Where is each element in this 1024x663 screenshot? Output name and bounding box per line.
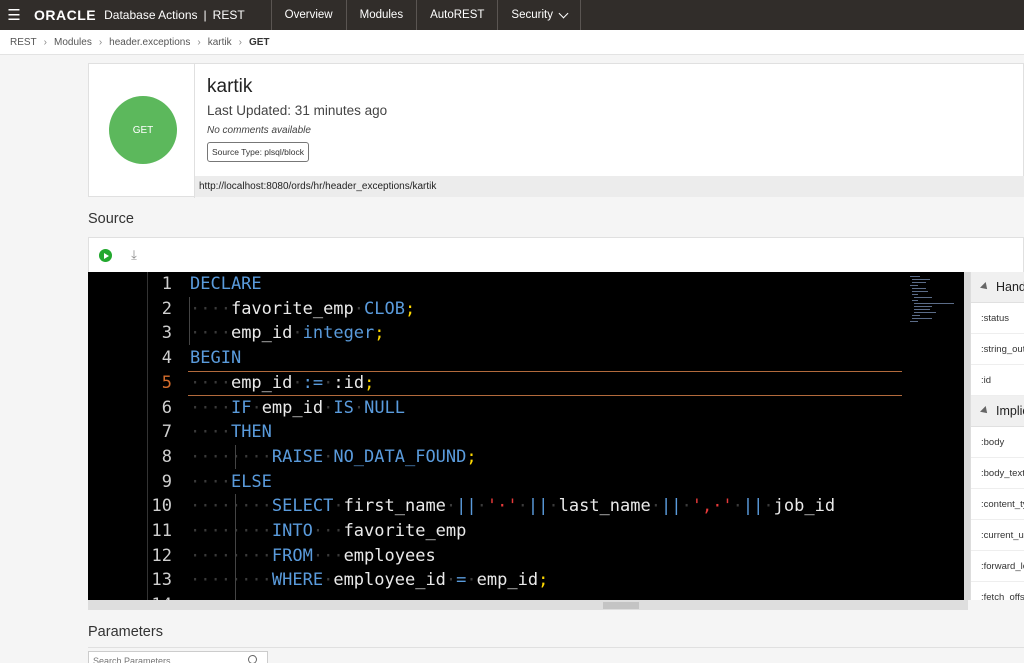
source-title: Source	[88, 211, 134, 227]
line-number: 1	[161, 274, 172, 294]
app-name: Database Actions	[104, 8, 198, 22]
chevron-right-icon: ›	[98, 36, 103, 48]
bind-variable-item[interactable]: :id	[971, 365, 1024, 396]
handler-title: kartik	[207, 76, 253, 97]
code-line: ····emp_id·:=·:id;	[190, 372, 375, 393]
code-line: ····favorite_emp·CLOB;	[190, 298, 416, 319]
line-number: 11	[151, 521, 172, 541]
download-icon[interactable]: ⤓	[127, 247, 141, 263]
code-line: ····emp_id·integer;	[190, 323, 385, 344]
method-panel: GET	[89, 64, 195, 198]
code-line: ········INTO···favorite_emp	[190, 521, 467, 541]
collapse-triangle-icon	[980, 282, 990, 292]
last-updated-text: Last Updated: 31 minutes ago	[207, 103, 388, 118]
comments-text: No comments available	[207, 125, 311, 136]
chevron-right-icon: ›	[238, 36, 242, 48]
code-editor[interactable]: 1234567891011121314 DECLARE ····favorite…	[88, 272, 968, 600]
parameters-search-input[interactable]	[88, 651, 268, 663]
top-navigation-bar: ☰ ORACLE Database Actions | REST Overvie…	[0, 0, 1024, 30]
chevron-right-icon: ›	[197, 36, 201, 48]
app-section: REST	[212, 8, 245, 22]
line-number: 14	[88, 593, 172, 600]
line-number: 7	[161, 422, 172, 443]
source-type-badge: Source Type: plsql/block	[207, 142, 309, 162]
handler-card: GET kartik Last Updated: 31 minutes ago …	[88, 63, 1024, 198]
code-line: ········WHERE·employee_id·=·emp_id;	[190, 570, 549, 591]
breadcrumb-rest[interactable]: REST	[10, 37, 37, 48]
bind-variable-item[interactable]: :body_text	[971, 458, 1024, 489]
source-toolbar: ⤓	[88, 237, 1024, 272]
code-minimap[interactable]	[908, 272, 960, 600]
line-number: 10	[151, 496, 172, 517]
code-line: ····THEN	[190, 422, 272, 443]
title-separator: |	[203, 8, 207, 22]
breadcrumb-current: GET	[248, 36, 270, 48]
tab-modules[interactable]: Modules	[345, 0, 416, 30]
chevron-down-icon	[558, 8, 569, 18]
section-header-implicit[interactable]: Implicit	[971, 396, 1024, 427]
code-line: ····IF·emp_id·IS·NULL	[190, 397, 406, 418]
oracle-logo: ORACLE	[34, 7, 97, 23]
collapse-triangle-icon	[980, 406, 990, 416]
indent-guide	[235, 494, 236, 600]
breadcrumb: REST › Modules › header.exceptions › kar…	[0, 30, 1024, 55]
tab-overview[interactable]: Overview	[270, 0, 346, 30]
code-content[interactable]: DECLARE ····favorite_emp·CLOB; ····emp_i…	[190, 272, 902, 600]
tab-autorest[interactable]: AutoREST	[416, 0, 497, 30]
line-number: 5	[161, 372, 172, 393]
breadcrumb-modules[interactable]: Modules	[54, 37, 92, 48]
search-icon[interactable]	[248, 655, 257, 663]
splitter-handle[interactable]	[603, 602, 639, 609]
section-header-handler[interactable]: Handler	[971, 272, 1024, 303]
code-line: BEGIN	[190, 348, 242, 369]
parameters-title: Parameters	[88, 624, 163, 640]
line-number: 2	[161, 298, 172, 319]
code-line: ········SELECT·first_name·||·'·'·||·last…	[190, 496, 836, 517]
method-badge: GET	[109, 96, 177, 164]
play-icon[interactable]	[99, 249, 112, 262]
breadcrumb-template[interactable]: kartik	[208, 37, 232, 48]
code-line: ····ELSE	[190, 471, 272, 492]
breadcrumb-module[interactable]: header.exceptions	[109, 37, 190, 48]
bind-variable-item[interactable]: :content_type	[971, 489, 1024, 520]
tab-security-label: Security	[511, 9, 553, 21]
editor-horizontal-scrollbar[interactable]	[88, 600, 968, 610]
tab-security[interactable]: Security	[497, 0, 581, 30]
code-line: DECLARE	[190, 274, 262, 294]
line-number: 6	[161, 397, 172, 418]
bind-variable-item[interactable]: :fetch_offset	[971, 582, 1024, 601]
bind-variables-panel: Handler :status :string_out :id Implicit…	[970, 272, 1024, 600]
line-number: 12	[151, 545, 172, 566]
hamburger-icon[interactable]: ☰	[0, 0, 28, 30]
line-number: 4	[161, 348, 172, 369]
handler-url[interactable]: http://localhost:8080/ords/hr/header_exc…	[195, 176, 1024, 197]
line-number: 13	[151, 570, 172, 591]
chevron-right-icon: ›	[43, 36, 48, 48]
line-number: 3	[161, 323, 172, 344]
bind-variable-item[interactable]: :current_user	[971, 520, 1024, 551]
line-number: 9	[161, 471, 172, 492]
indent-guide	[235, 445, 236, 469]
line-number: 8	[161, 446, 172, 467]
bind-variable-item[interactable]: :forward_location	[971, 551, 1024, 582]
bind-variable-item[interactable]: :body	[971, 427, 1024, 458]
code-line: ········RAISE·NO_DATA_FOUND;	[190, 446, 477, 467]
code-line: ········FROM···employees	[190, 545, 436, 566]
indent-guide	[189, 297, 190, 345]
bind-variable-item[interactable]: :status	[971, 303, 1024, 334]
bind-variable-item[interactable]: :string_out	[971, 334, 1024, 365]
